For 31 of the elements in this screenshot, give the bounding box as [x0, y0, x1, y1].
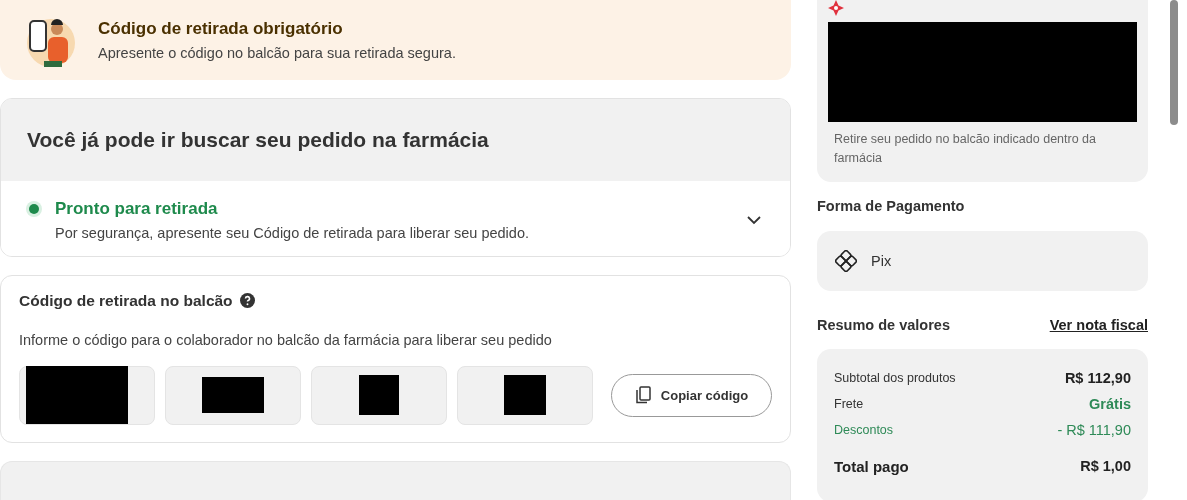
summary-value: - R$ 111,90 — [1057, 422, 1131, 438]
summary-label: Subtotal dos produtos — [834, 371, 956, 385]
section-title: Código de retirada no balcão — [19, 291, 233, 310]
status-dot — [29, 204, 39, 215]
summary-label: Total pago — [834, 457, 909, 475]
notice-text: Apresente o código no balcão para sua retirada segura. — [98, 45, 456, 62]
invoice-link[interactable]: Ver nota fiscal — [1049, 317, 1148, 333]
pickup-note: Retire seu pedido no balcão indicado dentro da farmácia — [834, 131, 1097, 167]
payment-method-label: Pix — [871, 253, 892, 269]
instructions-text: Informe o código para o colaborador no balcão da farmácia para liberar seu pedido — [19, 331, 553, 348]
cross-icon — [828, 0, 844, 16]
order-status-heading: Você já pode ir buscar seu pedido na farmácia — [1, 99, 790, 182]
redaction-block — [359, 375, 399, 416]
redaction-block — [202, 377, 264, 414]
summary-value: Grátis — [1089, 396, 1131, 412]
notice-title: Código de retirada obrigatório — [98, 19, 344, 40]
summary-value: R$ 112,90 — [1064, 370, 1131, 386]
payment-heading: Forma de Pagamento — [817, 198, 966, 214]
copy-icon — [634, 386, 651, 405]
status-description: Por segurança, apresente seu Código de retirada para liberar seu pedido. — [55, 225, 530, 242]
copy-code-button[interactable]: Copiar código — [611, 373, 772, 417]
summary-label: Frete — [834, 397, 864, 411]
redaction-block — [504, 375, 546, 416]
help-icon[interactable] — [239, 293, 255, 309]
chevron-down-icon[interactable] — [746, 215, 762, 226]
pix-icon — [835, 250, 857, 272]
status-label: Pronto para retirada — [55, 199, 219, 220]
summary-label: Descontos — [834, 423, 894, 437]
summary-value: R$ 1,00 — [1080, 458, 1131, 474]
scrollbar-thumb[interactable] — [1170, 0, 1178, 125]
summary-heading: Resumo de valores — [817, 317, 950, 333]
